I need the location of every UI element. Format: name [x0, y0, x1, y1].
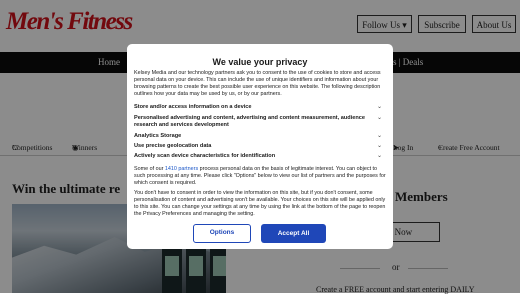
chevron-down-icon[interactable]: ⌄ — [377, 133, 382, 140]
purpose-item[interactable]: Personalised advertising and content, ad… — [134, 115, 386, 129]
accept-all-button[interactable]: Accept All — [261, 224, 326, 243]
partners-paragraph: Some of our 1410 partners process person… — [134, 166, 386, 187]
consent-outro: You don't have to consent in order to vi… — [134, 190, 386, 218]
chevron-down-icon[interactable]: ⌄ — [377, 143, 382, 150]
purpose-label: Analytics Storage — [134, 133, 182, 139]
chevron-down-icon[interactable]: ⌄ — [377, 115, 382, 122]
partners-count: 1410 — [164, 166, 177, 172]
purpose-label: Personalised advertising and content, ad… — [134, 115, 365, 128]
consent-intro: Kelsey Media and our technology partners… — [134, 70, 381, 98]
purpose-label: Store and/or access information on a dev… — [134, 104, 252, 110]
purpose-label: Actively scan device characteristics for… — [134, 153, 276, 159]
purpose-item[interactable]: Store and/or access information on a dev… — [134, 104, 386, 111]
purpose-item[interactable]: Analytics Storage ⌄ — [134, 133, 386, 140]
purpose-label: Use precise geolocation data — [134, 143, 212, 149]
consent-dialog: We value your privacy Kelsey Media and o… — [127, 44, 393, 249]
partners-pre: Some of our — [134, 166, 165, 172]
purpose-item[interactable]: Use precise geolocation data ⌄ — [134, 143, 386, 150]
partners-link[interactable]: 1410 partners — [165, 166, 198, 172]
chevron-down-icon[interactable]: ⌄ — [377, 104, 382, 111]
chevron-down-icon[interactable]: ⌄ — [377, 153, 382, 160]
partners-link-text: partners — [176, 166, 199, 172]
options-button[interactable]: Options — [193, 224, 251, 243]
purpose-item[interactable]: Actively scan device characteristics for… — [134, 153, 386, 160]
consent-title: We value your privacy — [212, 57, 308, 67]
